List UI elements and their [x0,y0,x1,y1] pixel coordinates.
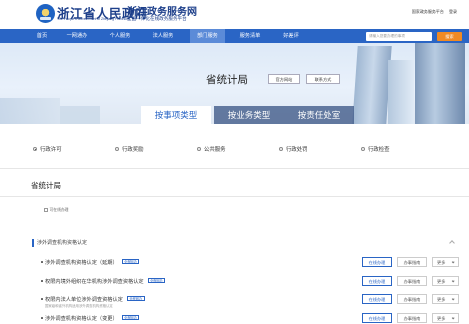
more-label: 更多 [437,297,446,302]
radio-selected-icon [33,147,37,151]
category-public-service[interactable]: 公共服务 [197,146,226,154]
search-input[interactable]: 请输入您要办理的事项 [366,31,432,41]
nav-item-service-list[interactable]: 服务清单 [234,29,266,43]
service-guide-button[interactable]: 办事指南 [397,294,427,304]
bullet-icon [41,280,43,282]
online-apply-button[interactable]: 在线办理 [362,276,392,286]
department-title: 省统计局 [206,74,248,86]
item-name-link[interactable]: 涉外调查机构资格认定（延期） 全程网办 [45,259,140,266]
service-subtitle: 全国一体化在线政务服务平台 [127,16,187,21]
more-dropdown[interactable]: 更多 [432,294,459,304]
national-platform-link[interactable]: 国家政务服务平台 [412,9,444,14]
top-links: 国家政务服务平台 登录 [408,9,457,15]
nav-item-department[interactable]: 部门服务 [190,29,225,43]
bullet-icon [41,261,43,263]
chevron-down-icon [451,260,455,264]
chevron-down-icon [451,279,455,283]
official-site-button[interactable]: 官方网站 [268,74,300,84]
category-label: 公共服务 [204,147,226,153]
nav-item-corporate[interactable]: 法人服务 [147,29,179,43]
list-item: 权限内法人单位涉外调查资格认定 全程网办 国家级和省外机构适用涉外调查机构资格认定… [0,294,469,312]
contact-button[interactable]: 联系方式 [306,74,340,84]
online-apply-button[interactable]: 在线办理 [362,313,392,323]
online-apply-button[interactable]: 在线办理 [362,294,392,304]
chevron-up-icon[interactable] [449,240,455,246]
search-button[interactable]: 搜索 [437,31,462,41]
category-label: 行政奖励 [122,147,144,153]
service-guide-button[interactable]: 办事指南 [397,313,427,323]
item-name[interactable]: 权限内法人单位涉外调查资格认定 [45,297,123,303]
item-name[interactable]: 涉外调查机构资格认定（变更） [45,316,118,322]
building-decoration [352,46,392,124]
tab-by-business-type[interactable]: 按业务类型 [214,106,284,124]
list-item: 涉外调查机构资格认定（变更） 全程网办 在线办理 办事指南 更多 [0,313,469,324]
category-label: 行政检查 [368,147,390,153]
group-accent-bar [32,239,34,247]
skyline-decoration [60,106,100,124]
item-name-link[interactable]: 权限内境外组织在华机构涉外调查资格认定 全程网办 [45,278,166,285]
group-title: 涉外调查机构资格认定 [37,240,88,246]
more-dropdown[interactable]: 更多 [432,276,459,286]
radio-icon [115,147,119,151]
item-name-link[interactable]: 涉外调查机构资格认定（变更） 全程网办 [45,315,140,322]
more-dropdown[interactable]: 更多 [432,257,459,267]
item-tag: 全程网办 [121,315,140,320]
radio-icon [279,147,283,151]
nav-item-rating[interactable]: 好差评 [278,29,304,43]
item-name[interactable]: 权限内境外组织在华机构涉外调查资格认定 [45,279,144,285]
bullet-icon [41,317,43,319]
divider [0,168,469,169]
category-administrative-penalty[interactable]: 行政处罚 [279,146,308,154]
radio-icon [197,147,201,151]
section-title: 省统计局 [31,181,61,190]
divider [0,196,469,197]
category-administrative-license[interactable]: 行政许可 [33,146,62,154]
chevron-down-icon [451,316,455,320]
category-administrative-inspection[interactable]: 行政检查 [361,146,390,154]
site-subtitle: The People's Government of Zhejiang Prov… [57,17,129,21]
nav-item-personal[interactable]: 个人服务 [104,29,136,43]
group-header[interactable]: 涉外调查机构资格认定 [32,238,460,248]
category-administrative-reward[interactable]: 行政奖励 [115,146,144,154]
tab-by-item-type[interactable]: 按事项类型 [141,106,211,124]
item-name[interactable]: 涉外调查机构资格认定（延期） [45,260,118,266]
login-link[interactable]: 登录 [449,9,457,14]
radio-icon [361,147,365,151]
nav-item-home[interactable]: 首页 [30,29,54,43]
service-guide-button[interactable]: 办事指南 [397,276,427,286]
more-label: 更多 [437,279,446,284]
more-dropdown[interactable]: 更多 [432,313,459,323]
national-emblem-icon[interactable] [36,4,55,23]
site-header: 浙江省人民政府 The People's Government of Zheji… [0,0,469,29]
list-item: 涉外调查机构资格认定（延期） 全程网办 在线办理 办事指南 更多 [0,257,469,275]
filter-label: 可在线办理 [49,208,69,213]
building-decoration [388,60,414,124]
skyline-decoration [0,98,60,124]
tab-by-responsible-office[interactable]: 按责任处室 [284,106,354,124]
item-name-link[interactable]: 权限内法人单位涉外调查资格认定 全程网办 [45,296,145,303]
category-label: 行政许可 [40,147,62,153]
item-note: 国家级和省外机构适用涉外调查机构资格认定 [45,304,113,308]
service-guide-button[interactable]: 办事指南 [397,257,427,267]
item-tag: 全程网办 [147,278,166,283]
online-filter-checkbox[interactable]: 可在线办理 [44,208,68,213]
main-nav: 首页 一网通办 个人服务 法人服务 部门服务 服务清单 好差评 请输入您要办理的… [0,29,469,43]
bullet-icon [41,298,43,300]
building-decoration [415,43,465,124]
list-item: 权限内境外组织在华机构涉外调查资格认定 全程网办 在线办理 办事指南 更多 [0,276,469,294]
category-label: 行政处罚 [286,147,308,153]
online-apply-button[interactable]: 在线办理 [362,257,392,267]
department-banner: 省统计局 官方网站 联系方式 按事项类型 按业务类型 按责任处室 [0,43,469,124]
checkbox-icon [44,208,48,212]
nav-item-one-stop[interactable]: 一网通办 [60,29,94,43]
item-tag: 全程网办 [126,296,145,301]
item-tag: 全程网办 [121,259,140,264]
chevron-down-icon [451,297,455,301]
more-label: 更多 [437,260,446,265]
more-label: 更多 [437,316,446,321]
